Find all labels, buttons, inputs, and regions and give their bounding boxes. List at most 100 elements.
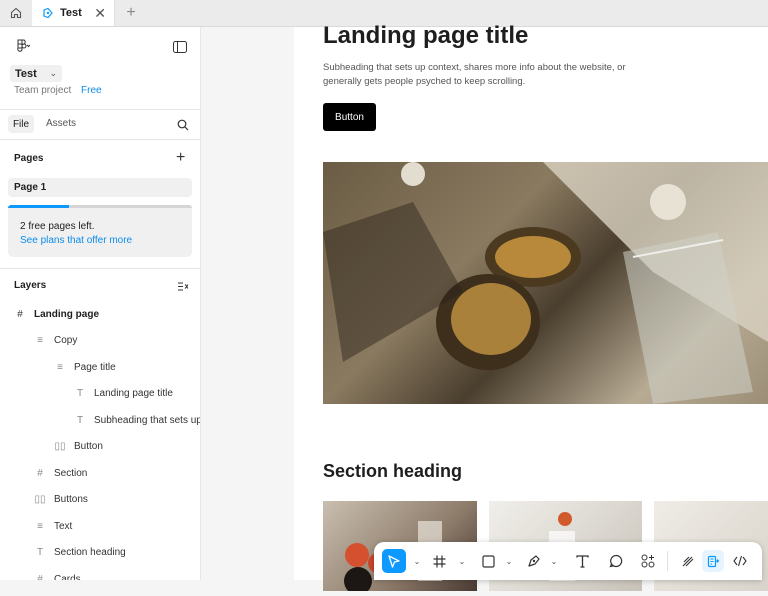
move-tool-button[interactable] (382, 549, 406, 573)
layer-item[interactable]: # Cards (0, 567, 200, 581)
main-menu-button[interactable] (14, 39, 31, 58)
hero-image[interactable] (323, 162, 768, 404)
frame-icon (433, 555, 445, 567)
page-label: Page 1 (14, 182, 47, 193)
figma-logo-icon (17, 39, 31, 52)
cursor-icon (388, 554, 400, 568)
layer-item[interactable]: # Section (0, 461, 200, 485)
home-icon (10, 7, 22, 19)
collapse-layers-button[interactable] (177, 279, 189, 297)
layer-label: Landing page (34, 308, 99, 320)
bottom-toolbar: ⌄ ⌄ ⌄ ⌄ (374, 542, 762, 580)
divider (0, 109, 200, 110)
design-mode-icon (707, 555, 719, 567)
section-heading[interactable]: Section heading (323, 461, 462, 482)
sidebar-toggle-icon (173, 41, 187, 53)
chevron-down-icon[interactable]: ⌄ (544, 551, 564, 571)
layer-label: Section (54, 467, 88, 479)
layer-label: Button (74, 441, 103, 452)
frame-icon: # (17, 308, 23, 320)
new-tab-button[interactable]: + (120, 0, 142, 26)
plus-icon: + (126, 4, 136, 21)
file-name-button[interactable]: Test ⌄ (10, 65, 62, 82)
search-icon (177, 119, 189, 131)
see-plans-link[interactable]: See plans that offer more (20, 235, 192, 246)
left-sidebar: Test ⌄ Team project Free File Assets Pag… (0, 27, 201, 580)
auto-layout-horizontal-icon: ▯▯ (34, 494, 46, 505)
layer-label: Landing page title (94, 388, 173, 399)
auto-layout-vertical-icon: ≡ (37, 520, 43, 532)
layer-item[interactable]: ≡ Page title (0, 355, 200, 379)
divider (0, 139, 200, 140)
layer-label: Text (54, 520, 73, 532)
frame-tool-button[interactable] (429, 551, 449, 571)
layer-item[interactable]: ▯▯ Button (0, 435, 200, 459)
code-icon (733, 555, 747, 567)
plan-badge[interactable]: Free (81, 85, 102, 96)
layer-label: Buttons (54, 494, 88, 505)
collapse-layers-icon (178, 282, 189, 291)
layer-label: Cards (54, 573, 81, 581)
frame-icon: # (37, 573, 43, 581)
landing-title[interactable]: Landing page title (323, 22, 528, 50)
layer-item[interactable]: T Landing page title (0, 382, 200, 406)
layer-item[interactable]: # Landing page (0, 302, 200, 326)
pages-progress-fill (8, 205, 69, 208)
comment-icon (609, 554, 623, 568)
draw-mode-button[interactable] (678, 551, 698, 571)
layer-item[interactable]: T Subheading that sets up (0, 408, 201, 432)
design-mode-button[interactable] (702, 550, 724, 572)
pages-progress-bar (8, 205, 192, 208)
layer-item[interactable]: ▯▯ Buttons (0, 488, 200, 512)
layer-item[interactable]: ≡ Copy (0, 329, 200, 353)
add-page-icon[interactable]: + (176, 149, 185, 167)
design-file-icon (43, 7, 53, 19)
close-icon[interactable]: ✕ (94, 6, 106, 20)
pen-icon (528, 555, 540, 567)
frame-icon: # (37, 467, 43, 479)
free-pages-text: 2 free pages left. (20, 221, 95, 232)
subheading[interactable]: Subheading that sets up context, shares … (323, 61, 653, 89)
auto-layout-vertical-icon: ≡ (37, 335, 43, 346)
layer-item[interactable]: ≡ Text (0, 514, 200, 538)
actions-icon (641, 554, 655, 568)
tab-file[interactable]: File (8, 115, 34, 133)
pen-tool-button[interactable] (524, 551, 544, 571)
text-icon: T (76, 388, 84, 399)
team-project-label: Team project (14, 85, 72, 96)
layer-item[interactable]: T Section heading (0, 541, 200, 565)
home-tab[interactable] (0, 0, 32, 26)
cta-button[interactable]: Button (323, 103, 376, 131)
toolbar-divider (667, 551, 668, 571)
dev-mode-button[interactable] (730, 551, 750, 571)
text-tool-button[interactable] (572, 551, 592, 571)
page-item-page-1[interactable]: Page 1 (8, 178, 192, 197)
text-icon: T (76, 414, 84, 426)
divider (0, 268, 200, 269)
text-icon: T (36, 547, 44, 558)
hero-photo-illustration (323, 162, 768, 404)
text-icon (575, 554, 589, 568)
tab-title: Test (60, 7, 82, 19)
layer-label: Copy (54, 335, 78, 346)
file-tab[interactable]: Test ✕ (32, 0, 115, 26)
layer-label: Section heading (54, 547, 126, 558)
draw-icon (682, 556, 694, 567)
tab-assets[interactable]: Assets (46, 118, 76, 129)
actions-tool-button[interactable] (638, 551, 658, 571)
file-name: Test (15, 67, 37, 80)
search-button[interactable] (177, 118, 189, 136)
layer-label: Page title (74, 361, 116, 373)
chevron-down-icon[interactable]: ⌄ (407, 551, 427, 571)
rectangle-icon (481, 554, 495, 568)
auto-layout-vertical-icon: ≡ (57, 361, 63, 373)
shape-tool-button[interactable] (478, 551, 498, 571)
chevron-down-icon[interactable]: ⌄ (499, 551, 519, 571)
comment-tool-button[interactable] (606, 551, 626, 571)
chevron-down-icon[interactable]: ⌄ (452, 551, 472, 571)
toggle-sidebar-button[interactable] (173, 40, 187, 58)
auto-layout-horizontal-icon: ▯▯ (54, 441, 66, 452)
layer-label: Subheading that sets up (94, 414, 201, 426)
pages-heading: Pages (14, 153, 44, 164)
landing-page-frame[interactable]: Landing page title Subheading that sets … (294, 22, 768, 595)
